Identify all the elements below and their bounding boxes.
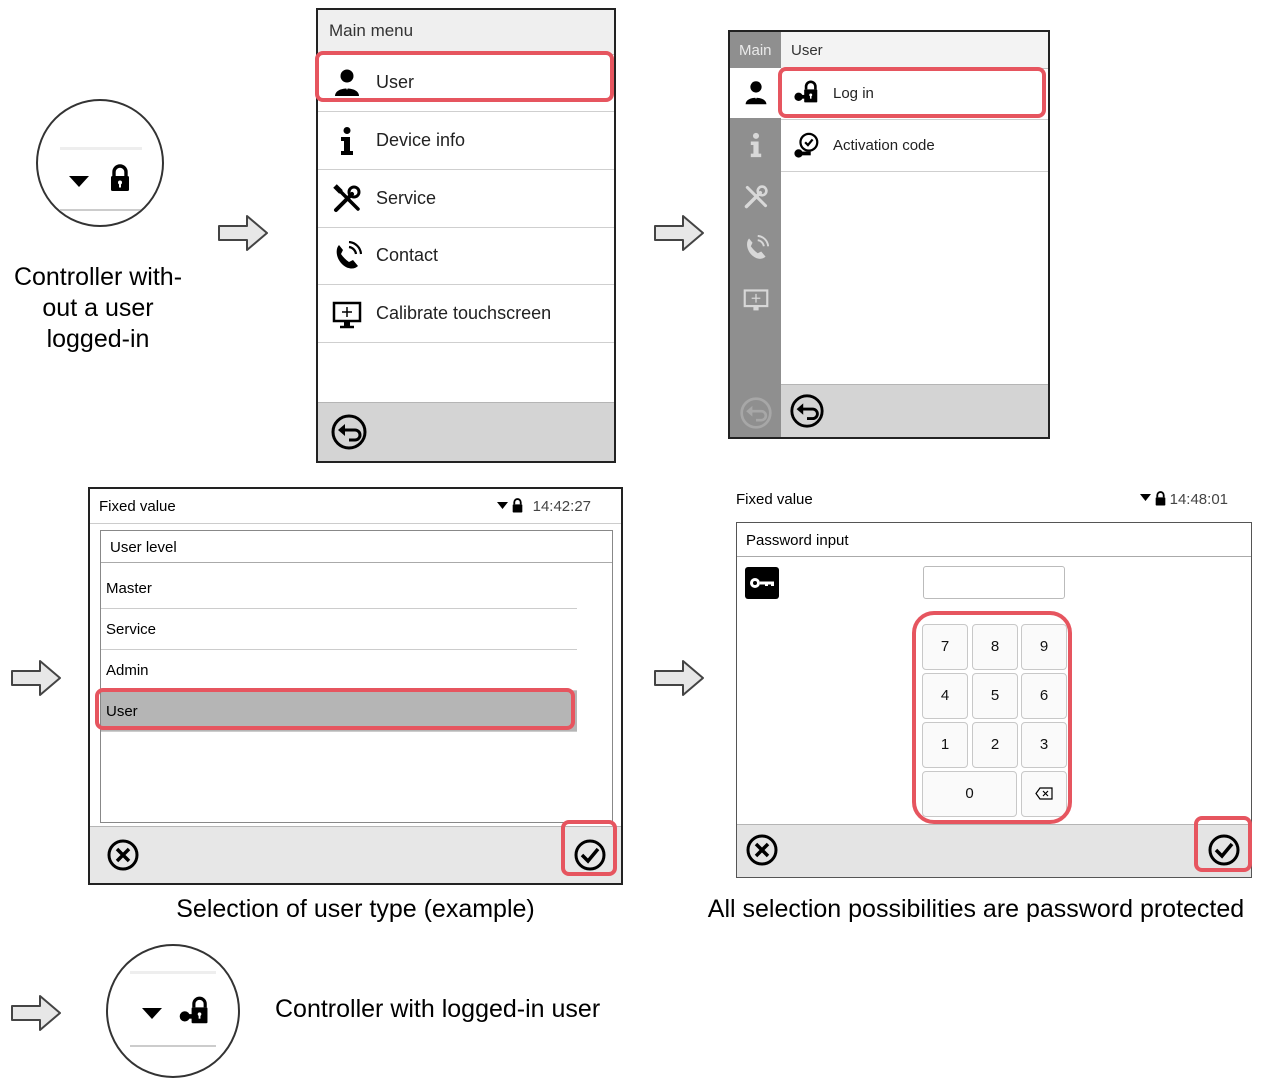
menu-item-label: Device info: [376, 130, 466, 150]
arrow-right-icon: [218, 215, 268, 251]
phone-icon: [336, 241, 362, 269]
key-4[interactable]: 4: [922, 673, 968, 719]
list-item-user[interactable]: User: [101, 691, 577, 732]
dropdown-arrow-icon: [142, 1008, 162, 1019]
menu-item-device-info[interactable]: Device info: [318, 112, 614, 170]
menu-item-calibrate-touchscreen[interactable]: Calibrate touchscreen: [318, 285, 614, 343]
user-icon: [335, 69, 359, 96]
password-input-box: Password input 7 8 9 4 5 6 1 2 3 0: [736, 522, 1252, 878]
back-icon: [740, 397, 772, 429]
key-5[interactable]: 5: [972, 673, 1018, 719]
caption-selection-user-type: Selection of user type (example): [176, 895, 535, 923]
password-header: Password input: [737, 523, 1251, 557]
arrow-right-icon: [654, 215, 704, 251]
user-level-footer: [90, 826, 621, 883]
main-menu-title: Main menu: [329, 21, 414, 40]
arrow-right-icon: [11, 660, 61, 696]
display-bottom-line: [130, 1045, 216, 1047]
caption-password-protected: All selection possibilities are password…: [707, 895, 1245, 923]
dropdown-arrow-icon[interactable]: [1140, 494, 1151, 501]
menu-item-label: Calibrate touchscreen: [376, 303, 552, 323]
lock-icon: [111, 164, 129, 191]
lock-icon: [512, 498, 523, 513]
back-icon[interactable]: [330, 413, 368, 451]
menu-item-service[interactable]: Service: [318, 170, 614, 228]
password-footer: [737, 824, 1251, 877]
key-6[interactable]: 6: [1021, 673, 1067, 719]
main-menu-panel: Main menu User Device info Service Conta…: [316, 8, 616, 463]
user-level-header: User level: [101, 531, 612, 563]
password-panel: Fixed value 14:48:01 Password input 7 8 …: [728, 484, 1258, 878]
menu-item-label: Contact: [376, 245, 439, 265]
list-item-service[interactable]: Service: [101, 609, 577, 650]
monitor-icon: [332, 301, 362, 329]
tools-icon: [333, 184, 361, 212]
menu-item-log-in[interactable]: Log in: [781, 68, 1048, 120]
caption-controller-logged-in: Controller with logged-in user: [275, 995, 601, 1023]
user-icon: [745, 81, 767, 105]
back-icon[interactable]: [789, 393, 825, 429]
confirm-icon[interactable]: [573, 838, 607, 872]
sidebar-tab-user[interactable]: [730, 68, 781, 118]
menu-item-activation-code[interactable]: Activation code: [781, 120, 1048, 172]
sidebar-tab-main[interactable]: Main: [730, 32, 781, 68]
dropdown-arrow-icon[interactable]: [497, 502, 508, 509]
controller-display-logged-in: [106, 944, 240, 1078]
tools-icon[interactable]: [743, 184, 769, 210]
dropdown-arrow-icon: [69, 176, 89, 187]
info-icon[interactable]: [743, 132, 769, 158]
clock-time: 14:48:01: [1169, 491, 1228, 508]
menu-item-user[interactable]: User: [318, 54, 614, 112]
screen-title: Fixed value: [99, 498, 176, 515]
monitor-icon[interactable]: [743, 287, 769, 313]
status-bar: Fixed value 14:42:27: [90, 489, 621, 524]
clock-time: 14:42:27: [532, 498, 591, 515]
screen-title: Fixed value: [736, 491, 813, 508]
key-9[interactable]: 9: [1021, 624, 1067, 670]
key-lock-icon: [794, 80, 818, 103]
user-menu-title: User: [791, 42, 823, 59]
key-8[interactable]: 8: [972, 624, 1018, 670]
display-top-line: [60, 147, 142, 150]
menu-item-contact[interactable]: Contact: [318, 227, 614, 285]
menu-item-label: Log in: [833, 85, 874, 102]
backspace-key[interactable]: [1021, 771, 1067, 817]
backspace-icon: [1035, 787, 1053, 800]
controller-display-logged-out: [36, 99, 164, 227]
arrow-right-icon: [11, 995, 61, 1031]
menu-item-label: Service: [376, 188, 437, 208]
cancel-icon[interactable]: [745, 833, 779, 867]
main-menu-title-bar: Main menu: [318, 10, 614, 55]
arrow-right-icon: [654, 660, 704, 696]
menu-item-label: Activation code: [833, 137, 935, 154]
confirm-icon[interactable]: [1207, 833, 1241, 867]
password-field[interactable]: [923, 566, 1065, 599]
key-icon: [745, 567, 779, 599]
key-7[interactable]: 7: [922, 624, 968, 670]
user-menu-footer: [781, 384, 1048, 437]
key-3[interactable]: 3: [1021, 722, 1067, 768]
lock-icon: [1155, 491, 1166, 506]
info-icon: [341, 127, 353, 155]
user-menu-header: User: [781, 32, 1048, 69]
main-menu-footer: [318, 402, 614, 461]
caption-controller-logged-out: Controller with- out a user logged-in: [13, 263, 183, 353]
key-2[interactable]: 2: [972, 722, 1018, 768]
list-item-master[interactable]: Master: [101, 568, 577, 609]
user-level-panel: Fixed value 14:42:27 User level Master S…: [88, 487, 623, 885]
activation-code-icon: [794, 132, 819, 158]
key-0[interactable]: 0: [922, 771, 1017, 817]
list-item-admin[interactable]: Admin: [101, 650, 577, 691]
cancel-icon[interactable]: [106, 838, 140, 872]
display-top-line: [130, 971, 216, 974]
display-bottom-line: [60, 209, 142, 211]
menu-item-label: User: [376, 72, 415, 92]
user-menu-panel: Main User Log in Activation code: [728, 30, 1050, 439]
key-1[interactable]: 1: [922, 722, 968, 768]
key-lock-icon: [179, 996, 208, 1024]
main-sidebar: Main: [730, 32, 781, 437]
phone-icon[interactable]: [743, 235, 769, 261]
status-bar: Fixed value 14:48:01: [728, 484, 1258, 516]
